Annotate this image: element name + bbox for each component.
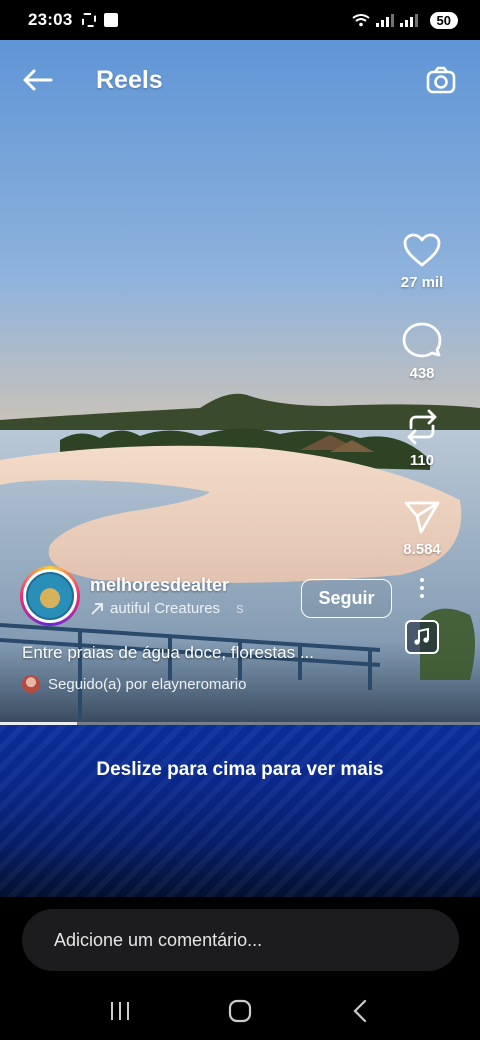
comment-input[interactable]: Adicione um comentário...: [22, 909, 459, 971]
repost-button[interactable]: 110: [404, 408, 440, 469]
like-button[interactable]: 27 mil: [400, 232, 444, 291]
status-bar: 23:03 50: [0, 0, 480, 40]
wifi-icon: [351, 14, 370, 27]
back-arrow-icon: [23, 69, 53, 91]
system-back-button[interactable]: [340, 991, 380, 1031]
caption[interactable]: Entre praias de água doce, florestas ...: [22, 643, 314, 663]
avatar-ring: [23, 569, 77, 623]
follow-button[interactable]: Seguir: [301, 579, 392, 618]
share-count: 8.584: [403, 541, 441, 558]
swipe-up-banner[interactable]: Deslize para cima para ver mais: [0, 725, 480, 897]
audio-button[interactable]: [405, 620, 439, 654]
recent-apps-icon: [111, 1002, 129, 1020]
username[interactable]: melhoresdealter: [90, 575, 270, 596]
audio-name-overflow: s: [236, 600, 244, 617]
screen-record-icon: [82, 13, 97, 27]
more-dot: [420, 594, 424, 598]
more-dot: [420, 578, 424, 582]
home-icon: [228, 999, 252, 1023]
pdf-icon: [104, 13, 119, 27]
signal-icon: [375, 13, 394, 27]
avatar-image: [26, 572, 74, 620]
chevron-left-icon: [353, 999, 367, 1023]
status-time: 23:03: [28, 10, 73, 29]
camera-button[interactable]: [424, 62, 460, 98]
follower-avatar: [22, 675, 40, 693]
reel-actions: 27 mil 438 110 8.584: [382, 232, 462, 654]
comment-count: 438: [409, 365, 435, 382]
send-icon: [404, 501, 440, 534]
signal-icon-2: [399, 13, 418, 27]
swipe-up-text: Deslize para cima para ver mais: [96, 759, 384, 780]
followed-by-text: Seguido(a) por elayneromario: [48, 675, 247, 693]
more-dot: [420, 586, 424, 590]
heart-icon: [403, 233, 441, 267]
repost-count: 110: [409, 452, 435, 469]
home-button[interactable]: [220, 991, 260, 1031]
followed-by[interactable]: Seguido(a) por elayneromario: [22, 675, 246, 693]
reels-header: Reels: [0, 40, 480, 120]
more-options-button[interactable]: [414, 572, 430, 604]
like-count: 27 mil: [400, 274, 444, 291]
share-button[interactable]: 8.584: [403, 499, 441, 558]
repost-icon: [407, 409, 437, 445]
trend-arrow-icon: [91, 602, 103, 615]
status-right: 50: [351, 11, 458, 29]
back-button[interactable]: [20, 63, 54, 97]
page-title: Reels: [96, 65, 163, 94]
avatar[interactable]: [20, 566, 80, 626]
system-nav-bar: [0, 982, 480, 1040]
audio-name: autiful Creatures: [110, 600, 221, 617]
status-notifications: [82, 13, 119, 27]
audio-track[interactable]: autiful Creatures s: [90, 600, 270, 617]
comment-bar: Adicione um comentário...: [0, 897, 480, 982]
music-note-icon: [414, 628, 429, 645]
author-row: melhoresdealter autiful Creatures s: [20, 566, 270, 626]
comment-button[interactable]: 438: [402, 321, 442, 382]
author-info: melhoresdealter autiful Creatures s: [90, 575, 270, 617]
comment-icon: [402, 322, 442, 358]
battery-indicator: 50: [429, 11, 458, 29]
recent-apps-button[interactable]: [100, 991, 140, 1031]
camera-icon: [426, 66, 456, 94]
